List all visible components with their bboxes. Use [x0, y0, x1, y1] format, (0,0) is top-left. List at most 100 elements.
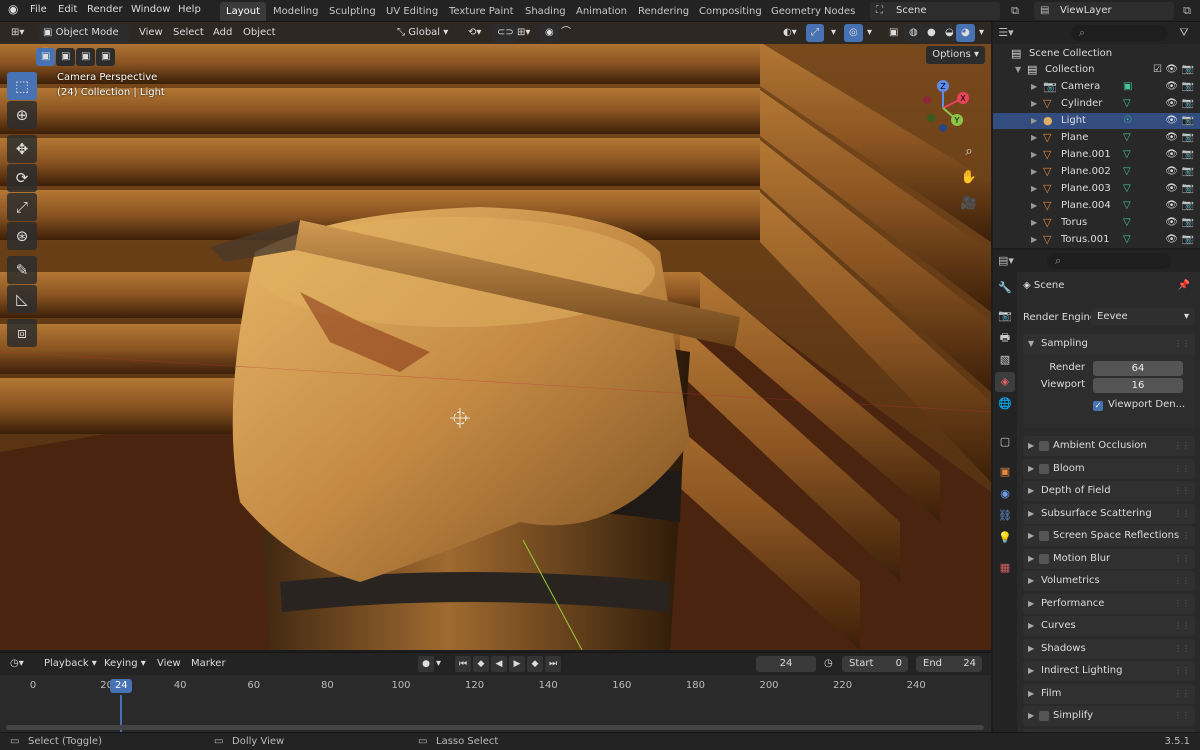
- panel-enable-checkbox[interactable]: [1039, 441, 1049, 451]
- render-camera-icon[interactable]: 📷: [1182, 215, 1194, 231]
- properties-editor-icon[interactable]: ▤▾: [997, 252, 1015, 270]
- property-panel[interactable]: ▶ Depth of Field ⋮⋮: [1023, 481, 1195, 501]
- zoom-icon[interactable]: ⌕: [959, 142, 979, 162]
- constraints-tab-icon[interactable]: ⛓: [995, 506, 1015, 526]
- menu-view[interactable]: View: [134, 24, 168, 42]
- visibility-eye-icon[interactable]: 👁: [1165, 164, 1178, 180]
- outliner-item[interactable]: ▶ ▽ Plane.004 ▽ 👁 📷: [993, 198, 1200, 214]
- light-data-tab-icon[interactable]: 💡: [995, 528, 1015, 548]
- editor-type-icon[interactable]: ⊞▾: [6, 24, 29, 42]
- transform-tool-icon[interactable]: ⊛: [7, 222, 37, 250]
- property-panel[interactable]: ▶ Simplify ⋮⋮: [1023, 706, 1195, 726]
- visibility-eye-icon[interactable]: 👁: [1165, 215, 1178, 231]
- options-dropdown[interactable]: Options ▾: [926, 46, 985, 64]
- move-tool-icon[interactable]: ✥: [7, 135, 37, 163]
- panel-enable-checkbox[interactable]: [1039, 463, 1049, 474]
- mesh-data-icon[interactable]: ▽: [1123, 96, 1131, 112]
- expand-icon[interactable]: ▶: [1031, 79, 1037, 95]
- expand-icon[interactable]: ▶: [1031, 113, 1037, 129]
- collapse-icon[interactable]: ▼: [1015, 62, 1021, 78]
- tab-geometry-nodes[interactable]: Geometry Nodes: [765, 2, 861, 21]
- property-panel[interactable]: ▶ Performance ⋮⋮: [1023, 593, 1195, 614]
- expand-icon[interactable]: ▶: [1031, 164, 1037, 180]
- panel-enable-checkbox[interactable]: [1039, 531, 1049, 541]
- outliner-item[interactable]: ▶ ▽ Plane.001 ▽ 👁 📷: [993, 147, 1200, 163]
- jump-start-icon[interactable]: ⏮: [455, 656, 471, 672]
- play-icon[interactable]: ▶: [509, 656, 525, 672]
- menu-marker[interactable]: Marker: [191, 658, 226, 669]
- collection-row[interactable]: ▼ ▤ Collection ☑ 👁 📷: [993, 62, 1200, 78]
- falloff-icon[interactable]: ⌒: [556, 24, 576, 42]
- expand-icon[interactable]: ▶: [1031, 96, 1037, 112]
- grip-icon[interactable]: ⋮⋮: [1174, 459, 1190, 479]
- neg-y-axis-icon[interactable]: [927, 114, 935, 122]
- expand-icon[interactable]: ▶: [1031, 215, 1037, 231]
- outliner-item[interactable]: ▶ ▽ Plane.002 ▽ 👁 📷: [993, 164, 1200, 180]
- pin-icon[interactable]: 📌: [1178, 280, 1190, 291]
- outliner-editor-icon[interactable]: ☰▾: [997, 24, 1015, 42]
- menu-keying[interactable]: Keying ▾: [104, 658, 146, 669]
- property-panel[interactable]: ▶ Screen Space Reflections ⋮⋮: [1023, 526, 1195, 546]
- panel-enable-checkbox[interactable]: [1039, 711, 1049, 721]
- jump-end-icon[interactable]: ⏭: [545, 656, 561, 672]
- tab-uv-editing[interactable]: UV Editing: [380, 2, 444, 21]
- outliner-item[interactable]: ▶ 📷 Camera ▣ 👁 📷: [993, 79, 1200, 95]
- visibility-eye-icon[interactable]: 👁: [1165, 130, 1178, 146]
- current-frame-indicator[interactable]: 24: [110, 679, 133, 693]
- preview-range-icon[interactable]: ◷: [824, 658, 833, 669]
- visibility-eye-icon[interactable]: 👁: [1165, 113, 1178, 129]
- menu-timeline-view[interactable]: View: [157, 658, 181, 669]
- jump-keyframe-back-icon[interactable]: ◆: [473, 656, 489, 672]
- snap-target-icon[interactable]: ⊞▾: [512, 24, 535, 42]
- grip-icon[interactable]: ⋮⋮: [1174, 504, 1190, 524]
- menu-window[interactable]: Window: [131, 4, 170, 15]
- tab-sculpting[interactable]: Sculpting: [323, 2, 382, 21]
- neg-x-axis-icon[interactable]: [923, 96, 931, 104]
- mesh-data-icon[interactable]: ▽: [1123, 181, 1131, 197]
- property-panel[interactable]: ▶ Film ⋮⋮: [1023, 683, 1195, 704]
- view-layer-tab-icon[interactable]: ▧: [995, 350, 1015, 370]
- menu-add[interactable]: Add: [208, 24, 237, 42]
- pivot-icon[interactable]: ⟲▾: [463, 24, 486, 42]
- expand-icon[interactable]: ▶: [1031, 232, 1037, 248]
- grip-icon[interactable]: ⋮⋮: [1174, 706, 1190, 726]
- visibility-eye-icon[interactable]: 👁: [1165, 62, 1178, 78]
- render-engine-dropdown[interactable]: Eevee ▾: [1091, 308, 1195, 325]
- tool-tab-icon[interactable]: 🔧: [995, 278, 1015, 298]
- select-subtract-icon[interactable]: ▣: [76, 48, 96, 66]
- property-panel[interactable]: ▶ Motion Blur ⋮⋮: [1023, 548, 1195, 569]
- menu-object[interactable]: Object: [238, 24, 281, 42]
- tab-modeling[interactable]: Modeling: [267, 2, 325, 21]
- viewport-samples-field[interactable]: 16: [1093, 378, 1183, 393]
- mesh-data-icon[interactable]: ▽: [1123, 147, 1131, 163]
- expand-icon[interactable]: ▶: [1031, 181, 1037, 197]
- outliner-item[interactable]: ▶ ● Light ☉ 👁 📷: [993, 113, 1200, 129]
- grip-icon[interactable]: ⋮⋮: [1174, 571, 1190, 591]
- mesh-data-icon[interactable]: ▽: [1123, 130, 1131, 146]
- add-scene-icon[interactable]: ⧉: [1006, 2, 1024, 20]
- timeline-scrollbar[interactable]: [6, 725, 984, 730]
- measure-tool-icon[interactable]: ◺: [7, 285, 37, 313]
- tab-rendering[interactable]: Rendering: [632, 2, 695, 21]
- property-panel[interactable]: ▶ Ambient Occlusion ⋮⋮: [1023, 436, 1195, 456]
- rotate-tool-icon[interactable]: ⟳: [7, 164, 37, 192]
- render-camera-icon[interactable]: 📷: [1182, 198, 1194, 214]
- select-new-icon[interactable]: ▣: [36, 48, 56, 66]
- add-view-layer-icon[interactable]: ⧉: [1178, 2, 1196, 20]
- grip-icon[interactable]: ⋮⋮: [1174, 334, 1190, 354]
- neg-z-axis-icon[interactable]: [939, 124, 947, 132]
- select-invert-icon[interactable]: ▣: [96, 48, 116, 66]
- sampling-panel-header[interactable]: ▼ Sampling ⋮⋮: [1023, 334, 1195, 354]
- rendered-shading-icon[interactable]: ◕: [956, 24, 975, 42]
- xray-icon[interactable]: ▣: [884, 24, 903, 42]
- camera-data-icon[interactable]: ▣: [1123, 79, 1132, 95]
- select-extend-icon[interactable]: ▣: [56, 48, 76, 66]
- outliner-item[interactable]: ▶ ▽ Torus ▽ 👁 📷: [993, 215, 1200, 231]
- render-camera-icon[interactable]: 📷: [1182, 181, 1194, 197]
- render-camera-icon[interactable]: 📷: [1182, 147, 1194, 163]
- timeline-ruler[interactable]: 0 20 40 60 80 100 120 140 160 180 200 220 240 24: [0, 677, 991, 695]
- scene-tab-icon[interactable]: ◈: [995, 372, 1015, 392]
- record-icon[interactable]: ●: [418, 656, 434, 672]
- property-panel[interactable]: ▶ Bloom ⋮⋮: [1023, 458, 1195, 479]
- viewport-denoise-checkbox[interactable]: ✓: [1093, 401, 1103, 411]
